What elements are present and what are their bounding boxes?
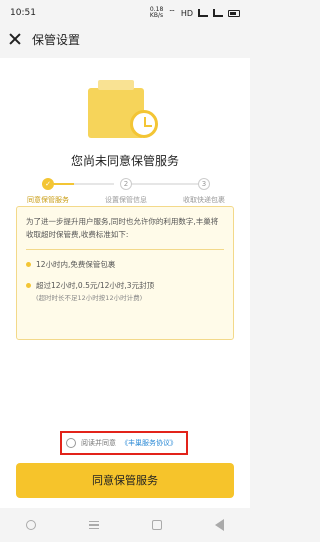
title-bar: 保管设置 [0, 26, 250, 52]
system-nav-bar [0, 508, 250, 542]
notice-intro: 为了进一步提升用户服务,同时也允许你的利用数字,丰巢将收取超时保管费,收费标准如… [26, 217, 219, 239]
notice-item-1-text: 12小时内,免费保管包裹 [36, 260, 116, 269]
step-2-dot: 2 [120, 178, 132, 190]
step-line-2 [132, 183, 198, 185]
package-lid [98, 80, 134, 90]
nav-assistant-icon[interactable] [26, 520, 37, 530]
notice-item-2-text: 超过12小时,0.5元/12小时,3元封顶 [36, 281, 155, 290]
nav-menu-icon[interactable] [89, 521, 100, 529]
agree-service-button[interactable]: 同意保管服务 [16, 463, 234, 498]
step-1-label: 同意保管服务 [27, 196, 69, 204]
agreement-prefix: 阅读并同意 [81, 439, 116, 447]
bullet-icon [26, 283, 31, 288]
network-speed: 0.18 KB/s [149, 6, 164, 19]
service-agreement-link[interactable]: 《丰巢服务协议》 [121, 438, 177, 448]
headline: 您尚未同意保管服务 [70, 154, 179, 168]
agreement-row[interactable]: 阅读并同意 《丰巢服务协议》 [60, 431, 188, 455]
page-title: 保管设置 [32, 32, 81, 47]
bullet-icon [26, 262, 31, 267]
clock-hand-2 [144, 125, 152, 127]
status-bar: 10:51 0.18 KB/s ⌔ HD [0, 0, 250, 26]
step-1-dot: ✓ [42, 178, 54, 190]
signal-icon-2 [213, 9, 223, 17]
agree-radio[interactable] [66, 438, 76, 448]
notice-item-1: 12小时内,免费保管包裹 [26, 258, 224, 271]
notice-item-2-content: 超过12小时,0.5元/12小时,3元封顶 (超时时长不足12小时按12小时计费… [36, 279, 154, 305]
content-card: 您尚未同意保管服务 ✓ 2 3 同意保管服务 设置保管信息 收取快递包裹 为了进… [0, 58, 250, 508]
close-icon[interactable] [8, 32, 22, 46]
battery-icon [228, 9, 240, 17]
hd-label: HD [180, 8, 193, 18]
notice-item-2-note: (超时时长不足12小时按12小时计费) [36, 294, 143, 302]
status-time: 10:51 [10, 8, 36, 18]
fee-notice-box: 为了进一步提升用户服务,同时也允许你的利用数字,丰巢将收取超时保管费,收费标准如… [16, 206, 234, 340]
signal-icon [198, 9, 208, 17]
step-line-1b [74, 183, 114, 185]
status-icons: 0.18 KB/s ⌔ HD [150, 7, 240, 19]
notice-divider [26, 249, 224, 250]
package-clock-illustration [88, 80, 162, 144]
notice-item-2: 超过12小时,0.5元/12小时,3元封顶 (超时时长不足12小时按12小时计费… [26, 279, 224, 305]
step-3-dot: 3 [198, 178, 210, 190]
nav-back-icon[interactable] [214, 519, 224, 531]
step-3-label: 收取快递包裹 [183, 196, 225, 204]
step-2-label: 设置保管信息 [105, 196, 147, 204]
clock-icon [130, 110, 158, 138]
nav-home-icon[interactable] [151, 520, 162, 530]
wifi-icon: ⌔ [168, 8, 176, 17]
